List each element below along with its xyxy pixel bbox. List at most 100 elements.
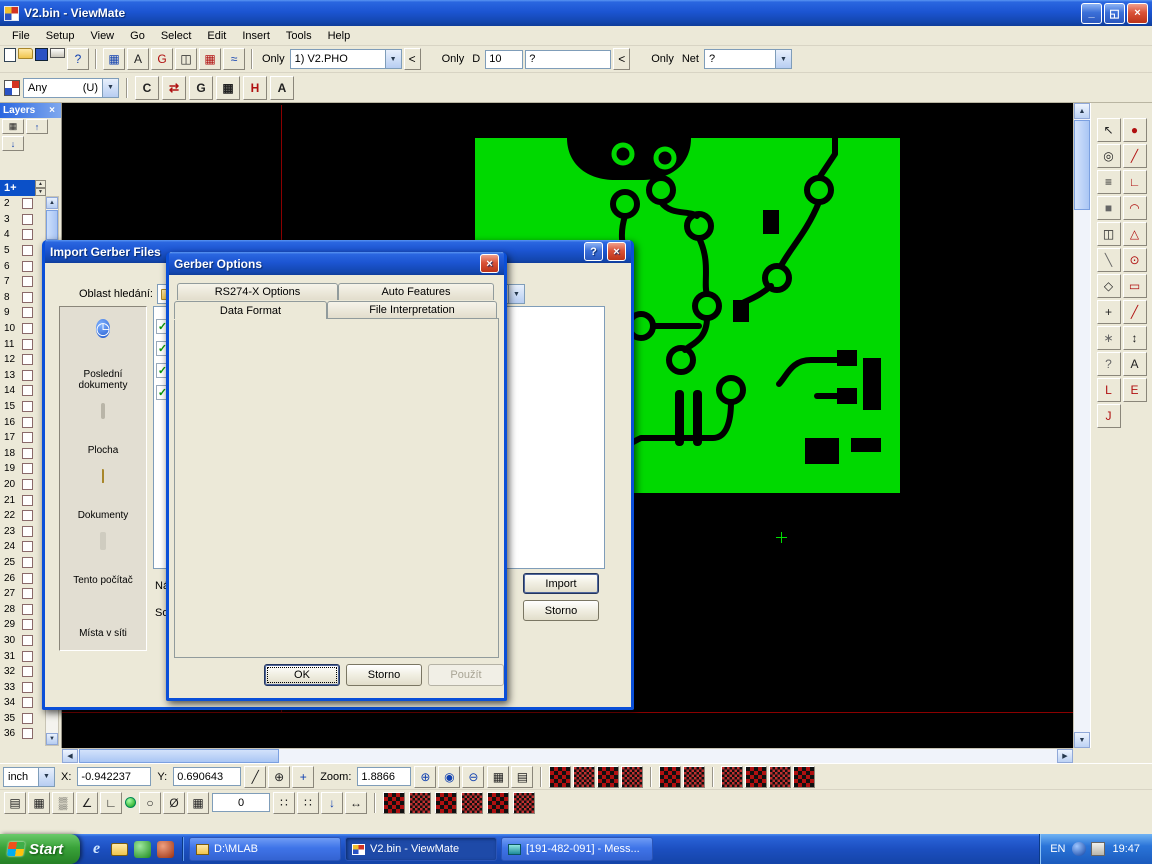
layer-visibility-checkbox[interactable] [22, 713, 33, 724]
layer-lower-button[interactable]: ↓ [2, 136, 24, 151]
layer-visibility-checkbox[interactable] [22, 526, 33, 537]
layer-visibility-checkbox[interactable] [22, 635, 33, 646]
chevron-down-icon[interactable]: ▼ [102, 79, 118, 97]
help-icon[interactable]: ? [584, 242, 603, 261]
layer-row[interactable]: 35 [0, 711, 46, 727]
layer-visibility-checkbox[interactable] [22, 479, 33, 490]
menu-item[interactable]: Tools [278, 28, 320, 44]
layer-row[interactable]: 32 [0, 664, 46, 680]
diameter-icon[interactable]: Ø [163, 792, 185, 814]
dcode-type-dropdown[interactable]: Any (U) ▼ [23, 78, 119, 98]
dcode-table-icon[interactable]: ▦ [103, 48, 125, 70]
layer-visibility-checkbox[interactable] [22, 619, 33, 630]
dot-grid-icon[interactable]: ∷ [273, 792, 295, 814]
scroll-up-icon[interactable]: ▲ [1074, 103, 1090, 119]
scrollbar-thumb[interactable] [79, 749, 279, 763]
sketch-icon[interactable]: ╱ [1123, 300, 1147, 324]
layer-visibility-checkbox[interactable] [22, 354, 33, 365]
target-icon[interactable]: ⊕ [268, 766, 290, 788]
grid-step-field[interactable]: 0 [212, 793, 270, 812]
layer-row[interactable]: 16 [0, 414, 46, 430]
layer-visibility-checkbox[interactable] [22, 323, 33, 334]
layer-pattern-icon-5[interactable] [659, 766, 681, 788]
layer-pattern-icon-8[interactable] [745, 766, 767, 788]
layer-filter-icon[interactable] [4, 80, 20, 96]
layer-row[interactable]: 19 [0, 461, 46, 477]
select-pointer-icon[interactable]: ↖ [1097, 118, 1121, 142]
context-help-icon[interactable]: ? [67, 48, 89, 70]
layer-pattern-icon-7[interactable] [721, 766, 743, 788]
close-icon[interactable]: × [480, 254, 499, 273]
layer-visibility-checkbox[interactable] [22, 339, 33, 350]
layer-row[interactable]: 26 [0, 570, 46, 586]
spinner-down-icon[interactable]: ▼ [35, 188, 46, 196]
mirror-icon[interactable]: ◫ [1097, 222, 1121, 246]
scroll-down-icon[interactable]: ▼ [1074, 732, 1090, 748]
layer-row[interactable]: 14 [0, 383, 46, 399]
scroll-down-icon[interactable]: ▼ [46, 733, 58, 745]
place-my-computer[interactable]: Tento počítač [60, 535, 146, 586]
letter-j-icon[interactable]: J [1097, 404, 1121, 428]
signal-view-icon[interactable]: ≈ [223, 48, 245, 70]
layer-visibility-checkbox[interactable] [22, 651, 33, 662]
previous-dcode-button[interactable]: < [613, 48, 630, 70]
layer-visibility-checkbox[interactable] [22, 292, 33, 303]
minimize-button[interactable]: _ [1081, 3, 1102, 24]
layer-row[interactable]: 13 [0, 368, 46, 384]
layer-pattern-icon-4[interactable] [621, 766, 643, 788]
grid-light-icon[interactable]: ▤ [511, 766, 533, 788]
highlight-net-icon[interactable]: ◎ [1097, 144, 1121, 168]
menu-item[interactable]: Go [122, 28, 153, 44]
layer-row[interactable]: 17 [0, 430, 46, 446]
layer-visibility-checkbox[interactable] [22, 604, 33, 615]
save-file-icon[interactable] [35, 48, 48, 61]
split-view-icon[interactable]: ◫ [175, 48, 197, 70]
chevron-down-icon[interactable]: ▼ [385, 50, 401, 68]
tab-auto-features[interactable]: Auto Features [338, 283, 494, 300]
layer-visibility-checkbox[interactable] [22, 495, 33, 506]
layer-row[interactable]: 11 [0, 336, 46, 352]
swap-arrows-icon[interactable]: ⇄ [162, 76, 186, 100]
place-network[interactable]: Místa v síti [60, 600, 146, 639]
layer-pattern-icon-3[interactable] [597, 766, 619, 788]
explorer-folder-icon[interactable] [111, 843, 128, 856]
layer-table-button[interactable]: ▦ [2, 119, 24, 134]
layer-visibility-checkbox[interactable] [22, 245, 33, 256]
cancel-button[interactable]: Storno [346, 664, 422, 686]
layer-stack-icon[interactable]: ≡ [1097, 170, 1121, 194]
draw-circle-icon[interactable]: ⊙ [1123, 248, 1147, 272]
tab-file-interpretation[interactable]: File Interpretation [327, 301, 497, 318]
active-layer-row[interactable]: 1+ ▲ ▼ [0, 180, 46, 196]
grid-dense-icon[interactable]: ▦ [487, 766, 509, 788]
open-file-icon[interactable] [18, 48, 33, 59]
layer-visibility-checkbox[interactable] [22, 463, 33, 474]
canvas-vertical-scrollbar[interactable]: ▲ ▼ [1073, 103, 1090, 748]
layer-visibility-checkbox[interactable] [22, 198, 33, 209]
menu-item[interactable]: View [82, 28, 122, 44]
layer-visibility-checkbox[interactable] [22, 666, 33, 677]
circle-outline-icon[interactable]: ○ [139, 792, 161, 814]
zoom-in-icon[interactable]: ⊕ [414, 766, 436, 788]
gerber-compare-icon[interactable]: G [151, 48, 173, 70]
dcode-pattern-icon-5[interactable] [487, 792, 509, 814]
tab-data-format[interactable]: Data Format [174, 301, 327, 319]
net-highlight-icon[interactable]: ▦ [199, 48, 221, 70]
origin-cross-icon[interactable]: + [292, 766, 314, 788]
swap-vertical-icon[interactable]: ↕ [1123, 326, 1147, 350]
layer-visibility-checkbox[interactable] [22, 417, 33, 428]
zoom-field[interactable]: 1.8866 [357, 767, 411, 786]
layer-pattern-icon-10[interactable] [793, 766, 815, 788]
pad-flash-icon[interactable]: ● [1123, 118, 1147, 142]
pan-icon[interactable]: ↔ [345, 792, 367, 814]
layer-pattern-icon-6[interactable] [683, 766, 705, 788]
layer-row[interactable]: 8 [0, 290, 46, 306]
dcode-pattern-icon-1[interactable] [383, 792, 405, 814]
layer-row[interactable]: 34 [0, 695, 46, 711]
layer-row[interactable]: 36 [0, 726, 46, 742]
layer-row[interactable]: 25 [0, 555, 46, 571]
layer-visibility-checkbox[interactable] [22, 728, 33, 739]
draw-corner-icon[interactable]: ∟ [1123, 170, 1147, 194]
chevron-down-icon[interactable]: ▼ [38, 768, 54, 786]
layer-row[interactable]: 31 [0, 648, 46, 664]
place-documents[interactable]: Dokumenty [60, 470, 146, 521]
